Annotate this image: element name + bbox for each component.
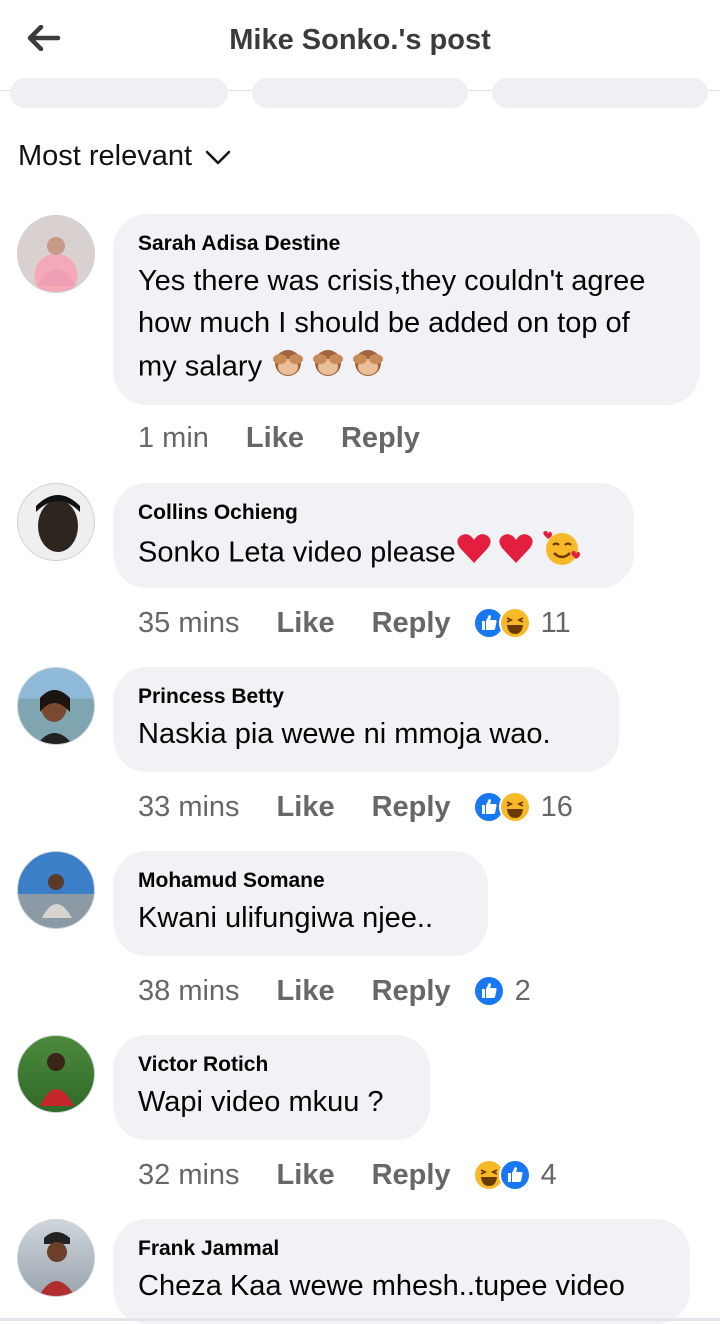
- comment-actions: 1 min Like Reply: [138, 418, 420, 458]
- comment-text: Cheza Kaa wewe mhesh..tupee video: [138, 1270, 625, 1302]
- comment-text: Kwani ulifungiwa njee..: [138, 902, 434, 934]
- reaction-summary[interactable]: 16: [472, 790, 573, 824]
- comment-bubble[interactable]: Princess Betty Naskia pia wewe ni mmoja …: [113, 667, 619, 772]
- comment-text: Sonko Leta video please: [138, 529, 608, 579]
- comment-bubble[interactable]: Victor Rotich Wapi video mkuu ?: [113, 1035, 430, 1140]
- red-heart-icon: [498, 531, 534, 577]
- comment-actions: 32 mins Like Reply 4: [138, 1155, 557, 1195]
- comment-text: Wapi video mkuu ?: [138, 1086, 384, 1118]
- reaction-tab[interactable]: [252, 78, 468, 108]
- avatar[interactable]: [17, 667, 95, 745]
- avatar[interactable]: [17, 483, 95, 561]
- comment-time[interactable]: 38 mins: [138, 975, 240, 1008]
- comment-bubble[interactable]: Frank Jammal Cheza Kaa wewe mhesh..tupee…: [113, 1219, 690, 1324]
- red-heart-icon: [456, 531, 492, 577]
- reply-button[interactable]: Reply: [341, 422, 420, 455]
- comment-author[interactable]: Mohamud Somane: [138, 869, 462, 893]
- like-button[interactable]: Like: [277, 791, 335, 824]
- comment-actions: 38 mins Like Reply 2: [138, 971, 531, 1011]
- like-button[interactable]: Like: [277, 1159, 335, 1192]
- reaction-summary[interactable]: 11: [472, 606, 571, 640]
- reply-button[interactable]: Reply: [372, 1159, 451, 1192]
- comment-time[interactable]: 1 min: [138, 422, 209, 455]
- comment-time[interactable]: 32 mins: [138, 1159, 240, 1192]
- smiling-face-with-hearts-icon: [542, 529, 582, 579]
- like-reaction-icon: [472, 975, 505, 1007]
- haha-reaction-icon: [498, 791, 531, 823]
- comment-bubble[interactable]: Mohamud Somane Kwani ulifungiwa njee..: [113, 851, 488, 956]
- page-title: Mike Sonko.'s post: [229, 24, 491, 56]
- comment-bubble[interactable]: Sarah Adisa Destine Yes there was crisis…: [113, 214, 700, 405]
- reply-button[interactable]: Reply: [372, 607, 451, 640]
- comment-actions: 35 mins Like Reply 11: [138, 603, 571, 643]
- reaction-tab[interactable]: [10, 78, 228, 108]
- comment-bubble[interactable]: Collins Ochieng Sonko Leta video please: [113, 483, 634, 588]
- comment-text: Yes there was crisis,they couldn't agree…: [138, 260, 674, 392]
- like-reaction-icon: [498, 1159, 531, 1191]
- comment-author[interactable]: Sarah Adisa Destine: [138, 232, 674, 256]
- sort-dropdown[interactable]: Most relevant: [18, 140, 232, 173]
- comment-actions: 33 mins Like Reply 16: [138, 787, 573, 827]
- sort-label: Most relevant: [18, 140, 193, 172]
- reaction-summary[interactable]: 4: [472, 1158, 557, 1192]
- reaction-count: 2: [514, 974, 531, 1007]
- see-no-evil-monkey-icon: [270, 344, 390, 392]
- reaction-summary[interactable]: 2: [472, 974, 531, 1008]
- haha-reaction-icon: [498, 607, 531, 639]
- like-button[interactable]: Like: [246, 422, 304, 455]
- like-button[interactable]: Like: [277, 607, 335, 640]
- comment-text: Naskia pia wewe ni mmoja wao.: [138, 718, 551, 750]
- comment-author[interactable]: Frank Jammal: [138, 1237, 664, 1261]
- comment-time[interactable]: 33 mins: [138, 791, 240, 824]
- top-bar: Mike Sonko.'s post: [0, 0, 720, 108]
- avatar[interactable]: [17, 851, 95, 929]
- reaction-count: 16: [540, 790, 573, 823]
- chevron-down-icon: [205, 150, 231, 164]
- reaction-count: 4: [540, 1158, 557, 1191]
- avatar[interactable]: [17, 1219, 95, 1297]
- reply-button[interactable]: Reply: [372, 975, 451, 1008]
- avatar[interactable]: [17, 1035, 95, 1113]
- comment-author[interactable]: Princess Betty: [138, 685, 593, 709]
- like-button[interactable]: Like: [277, 975, 335, 1008]
- comment-time[interactable]: 35 mins: [138, 607, 240, 640]
- reaction-tab[interactable]: [492, 78, 708, 108]
- comment-author[interactable]: Victor Rotich: [138, 1053, 404, 1077]
- comment-author[interactable]: Collins Ochieng: [138, 501, 608, 525]
- reaction-count: 11: [540, 606, 571, 639]
- reply-button[interactable]: Reply: [372, 791, 451, 824]
- avatar[interactable]: [17, 215, 95, 293]
